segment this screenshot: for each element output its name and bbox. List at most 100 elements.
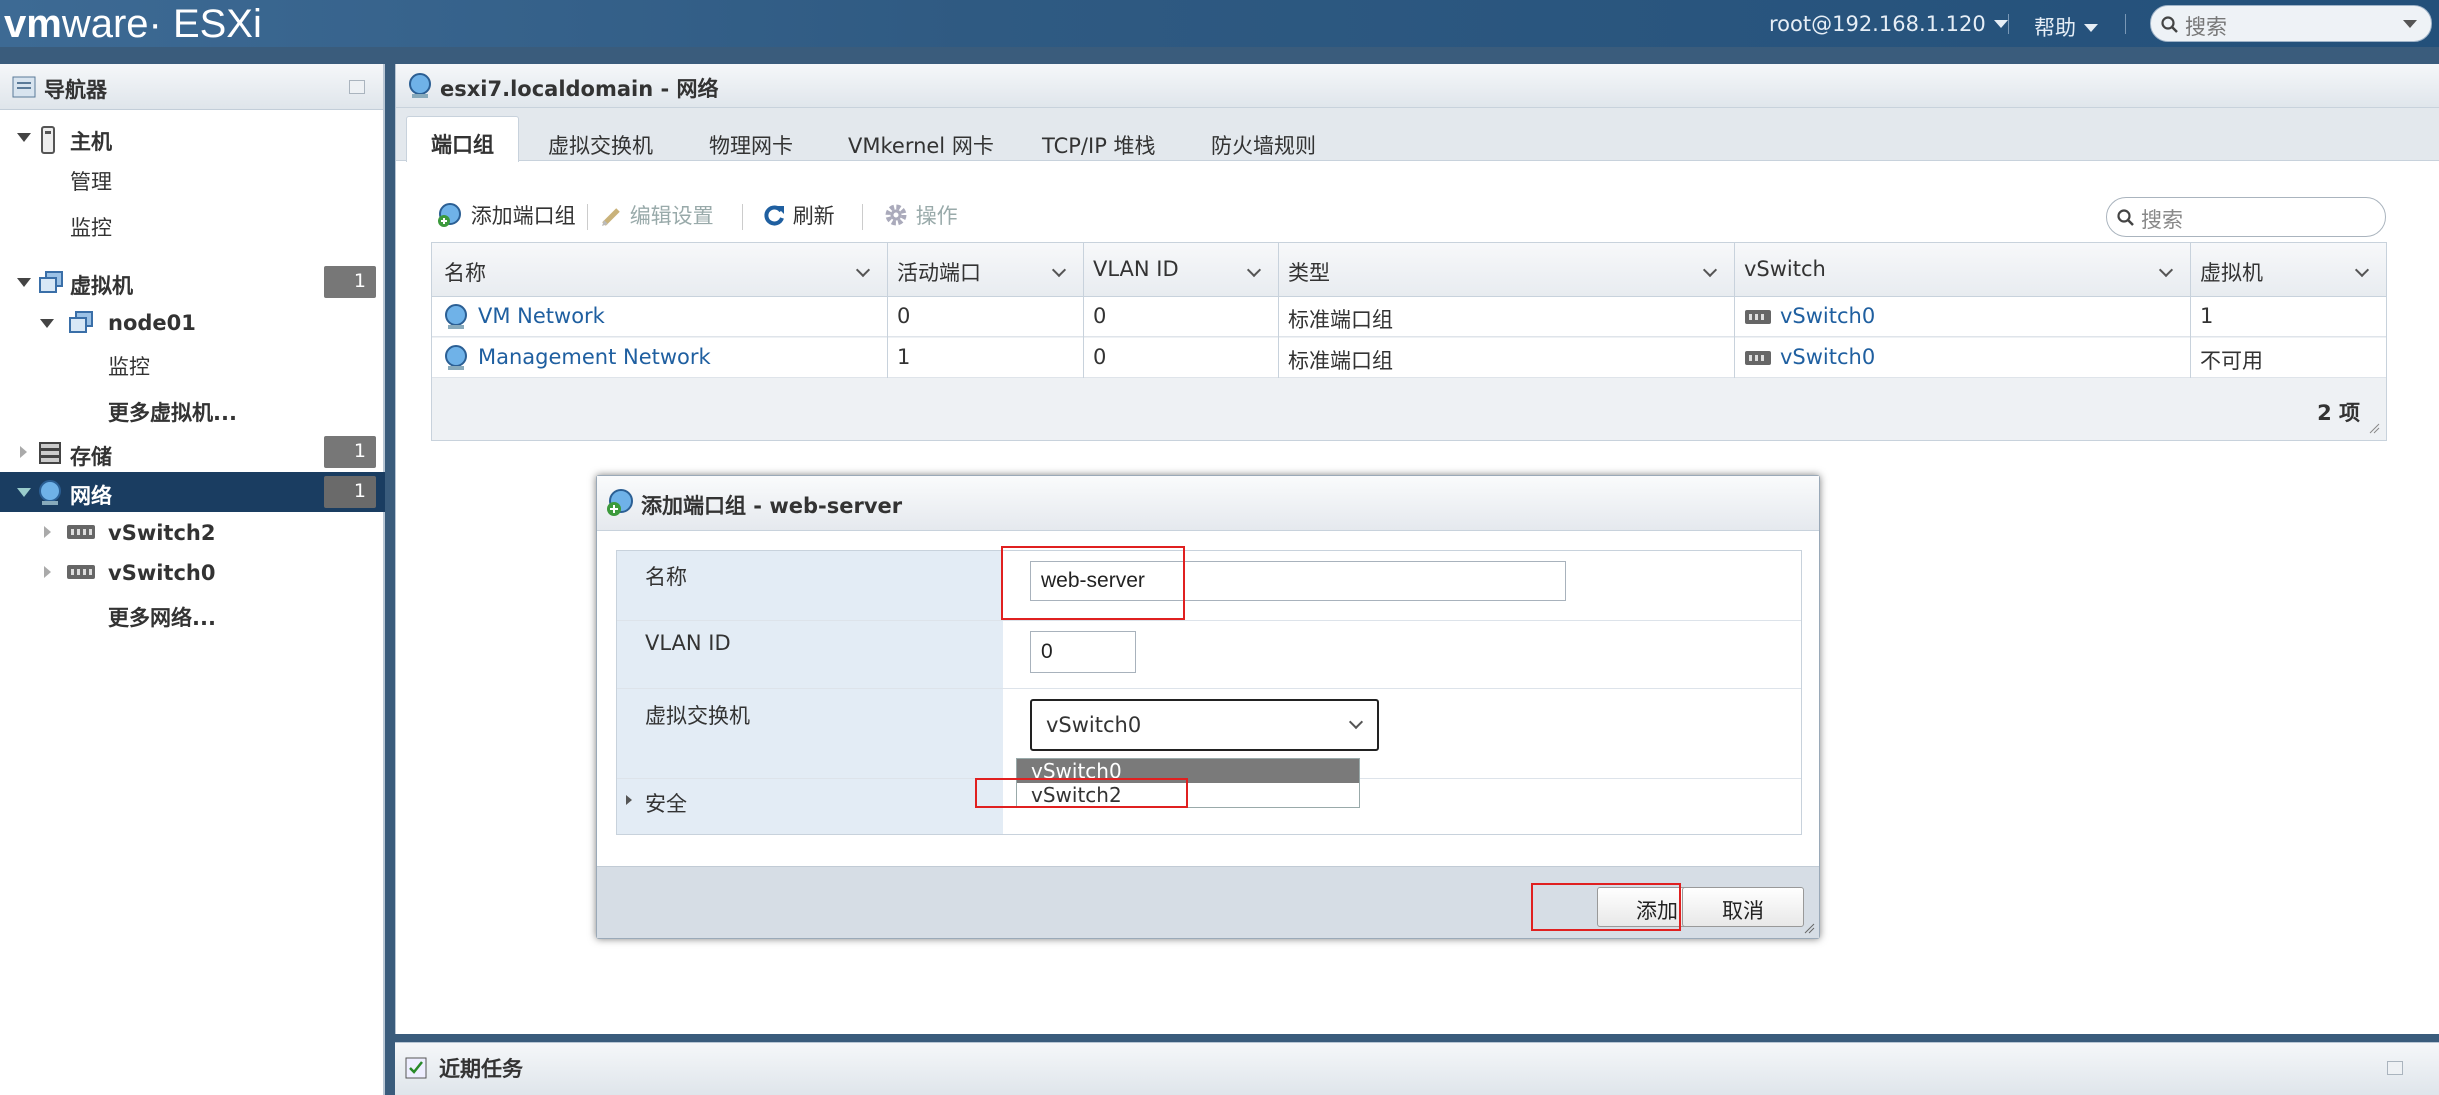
tab-virtual-switches[interactable]: 虚拟交换机 xyxy=(548,130,653,160)
column-header-vlan-id[interactable]: VLAN ID xyxy=(1093,257,1179,281)
collapse-icon[interactable] xyxy=(20,446,27,458)
port-group-table: 名称 活动端口 VLAN ID 类型 vSwitch 虚拟机 VM Networ… xyxy=(431,242,2387,441)
expand-icon[interactable] xyxy=(17,278,31,287)
add-port-group-dialog: 添加端口组 - web-server 名称 VLAN ID 虚拟交换机 vSwi… xyxy=(596,475,1820,939)
nav-vm-node01[interactable]: node01 xyxy=(108,311,196,335)
divider xyxy=(862,204,863,230)
nav-more-vms[interactable]: 更多虚拟机... xyxy=(108,397,237,427)
cell-active-ports: 0 xyxy=(897,304,911,328)
search-icon xyxy=(2161,16,2178,33)
name-label: 名称 xyxy=(645,565,687,589)
vswitch-icon xyxy=(67,525,95,539)
vm-count-badge: 1 xyxy=(324,266,376,298)
network-icon xyxy=(39,480,61,505)
minimize-icon[interactable] xyxy=(349,80,365,94)
divider xyxy=(2190,243,2191,378)
host-icon xyxy=(41,126,55,154)
vswitch-link[interactable]: vSwitch0 xyxy=(1780,345,1875,369)
network-icon xyxy=(445,345,467,370)
gear-icon xyxy=(885,204,907,226)
column-header-type[interactable]: 类型 xyxy=(1288,257,1330,287)
expand-icon[interactable] xyxy=(17,133,31,142)
cell-type: 标准端口组 xyxy=(1288,308,1393,332)
chevron-down-icon xyxy=(1348,714,1364,730)
cell-vms: 不可用 xyxy=(2200,349,2263,373)
vlan-id-input[interactable] xyxy=(1030,631,1136,673)
cell-vlan-id: 0 xyxy=(1093,304,1107,328)
divider xyxy=(1278,243,1279,378)
nav-vms[interactable]: 虚拟机 xyxy=(70,270,133,300)
nav-host-monitor[interactable]: 监控 xyxy=(70,212,112,242)
navigator-panel: 导航器 主机 管理 监控 虚拟机 1 node01 监控 更多虚拟机... 存储… xyxy=(0,64,385,1095)
navigator-icon xyxy=(12,76,36,98)
page-title: esxi7.localdomain - 网络 xyxy=(440,77,719,101)
global-search[interactable]: 搜索 xyxy=(2150,5,2432,42)
table-header xyxy=(432,243,2386,297)
help-menu[interactable]: 帮助 xyxy=(2034,12,2098,42)
highlight-name-input xyxy=(1001,546,1185,620)
column-header-vswitch[interactable]: vSwitch xyxy=(1744,257,1826,281)
cell-vlan-id: 0 xyxy=(1093,345,1107,369)
recent-tasks-panel: 近期任务 xyxy=(395,1042,2439,1095)
resize-handle-icon[interactable] xyxy=(2368,422,2380,434)
storage-icon xyxy=(39,442,61,464)
nav-vm-monitor[interactable]: 监控 xyxy=(108,351,150,381)
virtual-switch-label: 虚拟交换机 xyxy=(645,704,750,728)
nav-storage[interactable]: 存储 xyxy=(70,441,112,471)
caret-down-icon xyxy=(1993,20,2008,28)
security-section[interactable]: 安全 xyxy=(645,788,687,818)
resize-handle-icon[interactable] xyxy=(1803,922,1815,934)
divider xyxy=(742,204,743,230)
tab-vmkernel-nics[interactable]: VMkernel 网卡 xyxy=(848,130,994,160)
edit-settings-button[interactable]: 编辑设置 xyxy=(601,200,714,230)
nav-host[interactable]: 主机 xyxy=(70,126,112,156)
actions-button[interactable]: 操作 xyxy=(883,200,958,230)
vswitch-icon xyxy=(1745,310,1771,324)
expand-icon[interactable] xyxy=(626,795,632,805)
add-port-group-button[interactable]: 添加端口组 xyxy=(436,200,576,230)
user-menu[interactable]: root@192.168.1.120 xyxy=(1769,12,2008,36)
cancel-button[interactable]: 取消 xyxy=(1682,887,1804,927)
port-group-name-link[interactable]: Management Network xyxy=(478,345,711,369)
column-header-active-ports[interactable]: 活动端口 xyxy=(897,257,981,287)
tab-firewall-rules[interactable]: 防火墙规则 xyxy=(1211,130,1316,160)
tab-tcpip-stacks[interactable]: TCP/IP 堆栈 xyxy=(1042,130,1156,160)
expand-icon[interactable] xyxy=(17,488,31,497)
nav-network[interactable]: 网络 xyxy=(70,480,112,510)
tasks-icon xyxy=(405,1057,427,1079)
refresh-button[interactable]: 刷新 xyxy=(762,200,835,230)
add-network-icon xyxy=(438,203,461,227)
dialog-header: 添加端口组 - web-server xyxy=(597,476,1819,531)
nav-vswitch0[interactable]: vSwitch0 xyxy=(108,561,215,585)
minimize-icon[interactable] xyxy=(2387,1061,2403,1075)
grid-search-input[interactable]: 搜索 xyxy=(2106,197,2386,237)
highlight-add-button xyxy=(1531,883,1681,931)
divider xyxy=(2125,14,2126,34)
caret-down-icon[interactable] xyxy=(2403,20,2417,28)
dialog-title: 添加端口组 - web-server xyxy=(641,494,903,518)
vm-icon xyxy=(39,271,63,293)
recent-tasks-title: 近期任务 xyxy=(439,1057,523,1081)
navigator-title: 导航器 xyxy=(44,78,107,102)
tab-physical-nics[interactable]: 物理网卡 xyxy=(709,130,793,160)
column-header-name[interactable]: 名称 xyxy=(444,257,486,287)
port-group-name-link[interactable]: VM Network xyxy=(478,304,605,328)
add-network-icon xyxy=(607,489,633,516)
nav-host-manage[interactable]: 管理 xyxy=(70,166,112,196)
collapse-icon[interactable] xyxy=(44,526,51,538)
divider xyxy=(887,243,888,378)
tab-port-groups[interactable]: 端口组 xyxy=(406,116,519,162)
cell-type: 标准端口组 xyxy=(1288,349,1393,373)
nav-vswitch2[interactable]: vSwitch2 xyxy=(108,521,215,545)
virtual-switch-select[interactable]: vSwitch0 xyxy=(1030,699,1379,751)
nav-more-networks[interactable]: 更多网络... xyxy=(108,602,216,632)
table-row[interactable] xyxy=(432,297,2386,337)
vswitch-link[interactable]: vSwitch0 xyxy=(1780,304,1875,328)
table-row[interactable] xyxy=(432,338,2386,378)
tab-bar: 端口组 虚拟交换机 物理网卡 VMkernel 网卡 TCP/IP 堆栈 防火墙… xyxy=(396,108,2439,162)
collapse-icon[interactable] xyxy=(44,566,51,578)
expand-icon[interactable] xyxy=(40,319,54,328)
highlight-vswitch2-option xyxy=(975,778,1188,808)
column-header-vms[interactable]: 虚拟机 xyxy=(2200,257,2263,287)
vlan-id-label: VLAN ID xyxy=(645,631,731,655)
